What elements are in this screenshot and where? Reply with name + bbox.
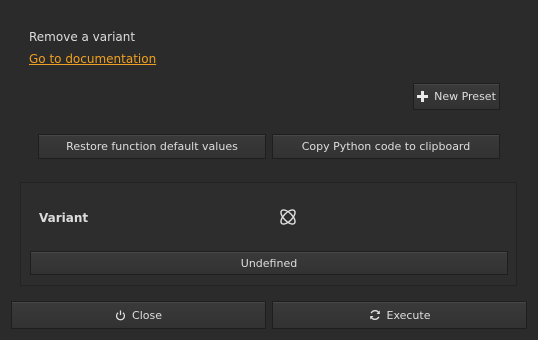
plus-icon	[417, 91, 429, 102]
dialog-window: Remove a variant Go to documentation New…	[0, 0, 538, 340]
execute-label: Execute	[386, 308, 431, 322]
power-icon	[115, 309, 126, 321]
close-label: Close	[132, 308, 162, 322]
new-preset-button[interactable]: New Preset	[413, 83, 500, 110]
execute-button[interactable]: Execute	[272, 301, 527, 329]
refresh-icon	[369, 309, 381, 321]
variant-parameter-group: Variant Undefined	[20, 182, 517, 286]
copy-python-label: Copy Python code to clipboard	[301, 140, 471, 153]
copy-python-button[interactable]: Copy Python code to clipboard	[272, 134, 500, 159]
variant-icon	[277, 206, 299, 228]
variant-value: Undefined	[240, 256, 298, 270]
variant-selector-button[interactable]: Undefined	[30, 251, 508, 275]
variant-label: Variant	[39, 211, 89, 225]
new-preset-label: New Preset	[434, 90, 496, 103]
restore-defaults-label: Restore function default values	[66, 140, 238, 153]
function-description: Remove a variant	[29, 30, 136, 44]
close-button[interactable]: Close	[11, 301, 266, 329]
documentation-link[interactable]: Go to documentation	[29, 52, 156, 66]
restore-defaults-button[interactable]: Restore function default values	[38, 134, 266, 159]
